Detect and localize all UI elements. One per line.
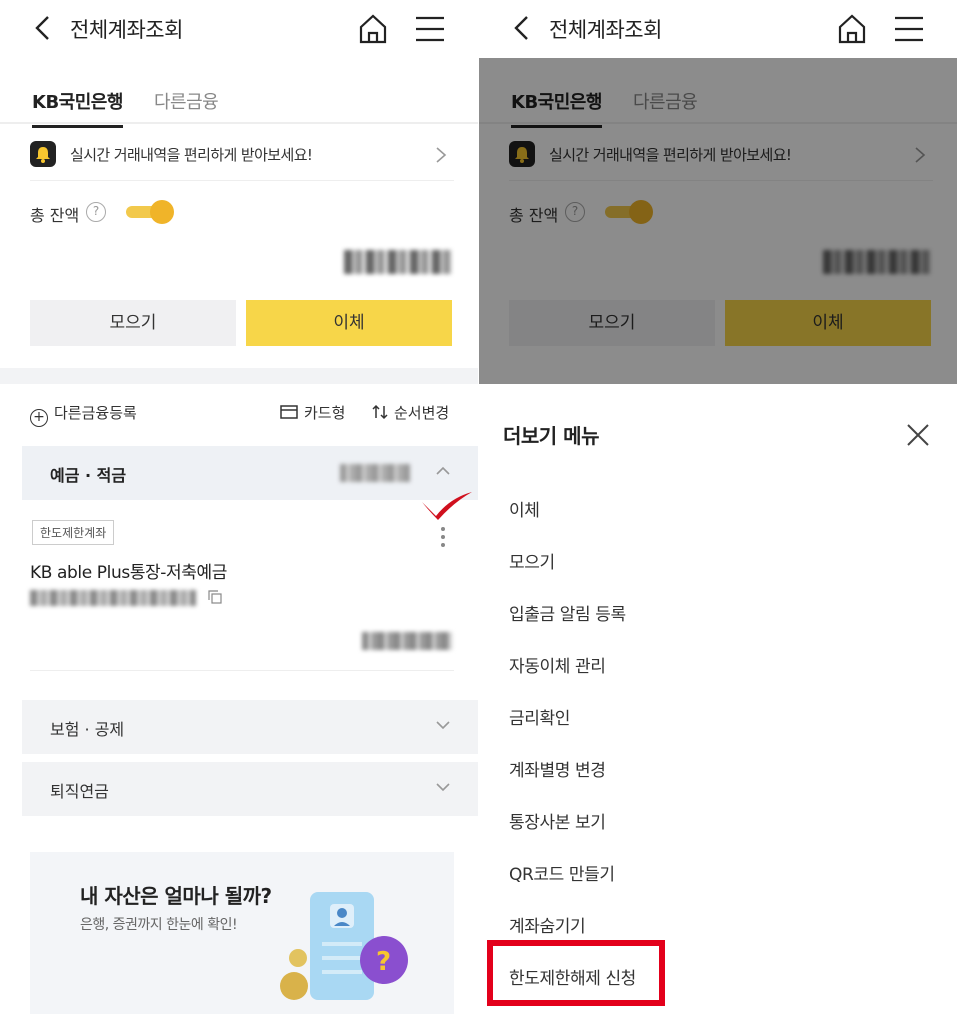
more-menu-sheet: 더보기 메뉴 이체 모으기 입출금 알림 등록 자동이체 관리 금리확인 계좌별… — [479, 384, 957, 1024]
promo-title: 내 자산은 얼마나 될까? — [80, 884, 272, 908]
menu-item-gather[interactable]: 모으기 — [509, 548, 555, 573]
card-view-button[interactable]: 카드형 — [280, 402, 345, 423]
app-header: 전체계좌조회 — [0, 0, 478, 58]
home-icon[interactable] — [835, 12, 869, 46]
section-amount-blurred — [340, 464, 410, 482]
chevron-up-icon — [436, 466, 450, 475]
notice-text: 실시간 거래내역을 편리하게 받아보세요! — [70, 146, 313, 164]
plus-circle-icon: + — [30, 409, 48, 427]
tab-other-finance[interactable]: 다른금융 — [154, 88, 219, 114]
menu-item-hide-account[interactable]: 계좌숨기기 — [509, 912, 586, 937]
balance-toggle[interactable] — [126, 200, 174, 224]
deposit-savings-section[interactable]: 예금 · 적금 — [22, 446, 478, 500]
account-overview-screen: 전체계좌조회 KB국민은행 다른금융 실시간 거래내역을 편리하게 받아보세요!… — [0, 0, 478, 1024]
add-other-finance-label: 다른금융등록 — [54, 404, 137, 422]
section-title: 보험 · 공제 — [50, 720, 125, 739]
total-balance-row: 총 잔액 ? — [30, 198, 450, 228]
menu-item-account-nickname[interactable]: 계좌별명 변경 — [509, 756, 606, 781]
card-view-label: 카드형 — [304, 404, 346, 422]
sort-arrows-icon — [372, 404, 388, 420]
help-icon[interactable]: ? — [86, 202, 106, 222]
sheet-title: 더보기 메뉴 — [503, 424, 599, 448]
home-icon[interactable] — [356, 12, 390, 46]
add-other-finance-button[interactable]: + 다른금융등록 — [30, 402, 137, 427]
copy-icon[interactable] — [208, 590, 222, 604]
chevron-down-icon — [436, 783, 450, 792]
back-arrow-icon[interactable] — [30, 14, 56, 42]
account-name: KB able Plus통장-저축예금 — [30, 563, 227, 583]
menu-item-qr-code[interactable]: QR코드 만들기 — [509, 860, 615, 885]
red-check-mark-icon — [422, 492, 472, 520]
more-options-icon[interactable] — [440, 526, 446, 548]
insurance-section[interactable]: 보험 · 공제 — [22, 700, 478, 754]
promo-subtitle: 은행, 증권까지 한눈에 확인! — [80, 917, 238, 933]
menu-item-passbook-copy[interactable]: 통장사본 보기 — [509, 808, 606, 833]
reorder-button[interactable]: 순서변경 — [372, 402, 449, 423]
menu-item-auto-transfer[interactable]: 자동이체 관리 — [509, 652, 606, 677]
notice-banner[interactable]: 실시간 거래내역을 편리하게 받아보세요! — [30, 138, 454, 172]
divider — [30, 670, 454, 671]
menu-item-interest-rate[interactable]: 금리확인 — [509, 704, 570, 729]
menu-item-transfer[interactable]: 이체 — [509, 496, 540, 521]
reorder-label: 순서변경 — [394, 404, 450, 422]
app-header: 전체계좌조회 — [479, 0, 957, 58]
account-card[interactable]: 한도제한계좌 KB able Plus통장-저축예금 — [30, 492, 472, 671]
asset-promo-banner[interactable]: 내 자산은 얼마나 될까? 은행, 증권까지 한눈에 확인! ? — [30, 852, 454, 1014]
gather-button[interactable]: 모으기 — [30, 300, 236, 346]
total-balance-label: 총 잔액 — [30, 206, 80, 225]
total-balance-amount-blurred — [344, 250, 452, 274]
dim-overlay[interactable] — [479, 58, 957, 384]
back-arrow-icon[interactable] — [509, 14, 535, 42]
chevron-down-icon — [436, 721, 450, 730]
transfer-button[interactable]: 이체 — [246, 300, 452, 346]
close-icon[interactable] — [905, 422, 931, 448]
divider — [30, 180, 454, 181]
svg-text:?: ? — [376, 947, 391, 977]
chevron-right-icon — [436, 147, 447, 163]
asset-card-illustration-icon: ? — [280, 892, 408, 1000]
account-number-blurred — [30, 590, 196, 606]
pension-section[interactable]: 퇴직연금 — [22, 762, 478, 816]
more-menu-screen: 전체계좌조회 KB국민은행 다른금융 실시간 거래내역을 편리하게 받아보세요!… — [479, 0, 957, 1024]
tab-kb-bank[interactable]: KB국민은행 — [32, 88, 123, 128]
section-title: 퇴직연금 — [50, 782, 109, 801]
highlight-box — [487, 940, 665, 1006]
section-title: 예금 · 적금 — [50, 466, 127, 485]
account-balance-blurred — [362, 632, 452, 650]
account-toolbar: + 다른금융등록 카드형 순서변경 — [30, 400, 454, 428]
menu-item-deposit-alert[interactable]: 입출금 알림 등록 — [509, 600, 626, 625]
page-title: 전체계좌조회 — [70, 18, 183, 42]
bell-icon — [30, 141, 56, 167]
section-gap — [0, 368, 478, 384]
card-icon — [280, 405, 298, 419]
bank-tabs: KB국민은행 다른금융 — [0, 78, 478, 128]
hamburger-menu-icon[interactable] — [414, 14, 446, 44]
limit-account-badge: 한도제한계좌 — [32, 520, 115, 545]
page-title: 전체계좌조회 — [549, 18, 662, 42]
hamburger-menu-icon[interactable] — [893, 14, 925, 44]
